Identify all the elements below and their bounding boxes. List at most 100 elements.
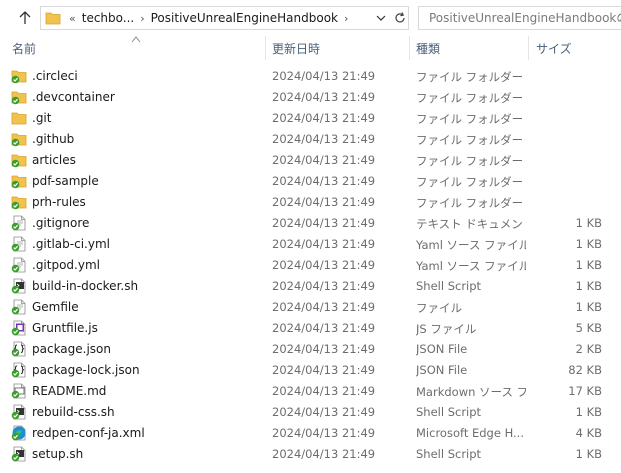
breadcrumb-item-techbo[interactable]: techbo... [82,11,134,25]
column-divider[interactable] [409,36,410,60]
list-item[interactable]: pdf-sample 2024/04/13 21:49 ファイル フォルダー [0,171,621,192]
folder-synced-icon [11,68,27,84]
file-type: Shell Script [416,279,482,293]
file-name: pdf-sample [32,174,99,188]
file-date: 2024/04/13 21:49 [272,405,376,419]
breadcrumb-overflow[interactable]: « [69,12,76,25]
file-date: 2024/04/13 21:49 [272,174,376,188]
file-size: 17 KB [568,384,602,398]
file-size: 1 KB [575,237,602,251]
chevron-right-icon[interactable]: › [344,12,348,25]
list-item[interactable]: .devcontainer 2024/04/13 21:49 ファイル フォルダー [0,87,621,108]
file-name: .gitignore [32,216,90,230]
refresh-icon [394,12,405,23]
list-item[interactable]: package-lock.json 2024/04/13 21:49 JSON Fi… [0,360,621,381]
file-name: articles [32,153,76,167]
file-type: ファイル フォルダー [416,196,524,210]
file-name: Gemfile [32,300,79,314]
column-header: 名前 更新日時 種類 サイズ [0,36,621,60]
list-item[interactable]: .git 2024/04/13 21:49 ファイル フォルダー [0,108,621,129]
file-name: package-lock.json [32,363,140,377]
search-input[interactable] [429,11,621,25]
address-bar[interactable]: « techbo... › PositiveUnrealEngineHandbo… [40,6,392,30]
refresh-button[interactable] [391,6,409,30]
list-item[interactable]: .gitlab-ci.yml 2024/04/13 21:49 Yaml ソース フ… [0,234,621,255]
file-name: .devcontainer [32,90,115,104]
file-size: 1 KB [575,216,602,230]
markdown-file-synced-icon [11,383,27,399]
column-divider[interactable] [528,36,529,60]
list-item[interactable]: .gitignore 2024/04/13 21:49 テキスト ドキュメント 1 K… [0,213,621,234]
file-type: JSON File [416,342,468,356]
list-item[interactable]: Gruntfile.js 2024/04/13 21:49 JS ファイル 5 KB [0,318,621,339]
file-name: .circleci [32,69,78,83]
json-file-synced-icon [11,362,27,378]
file-size: 5 KB [575,321,602,335]
file-date: 2024/04/13 21:49 [272,426,376,440]
file-size: 1 KB [575,447,602,461]
column-type[interactable]: 種類 [416,36,440,60]
list-item[interactable]: README.md 2024/04/13 21:49 Markdown ソース フ.… [0,381,621,402]
list-item[interactable]: prh-rules 2024/04/13 21:49 ファイル フォルダー [0,192,621,213]
file-type: JSON File [416,363,468,377]
file-size: 82 KB [568,363,602,377]
list-item[interactable]: redpen-conf-ja.xml 2024/04/13 21:49 Micros… [0,423,621,444]
file-name: package.json [32,342,112,356]
folder-synced-icon [11,194,27,210]
search-box[interactable] [418,6,621,30]
list-item[interactable]: setup.sh 2024/04/13 21:49 Shell Script 1 KB [0,444,621,465]
file-date: 2024/04/13 21:49 [272,384,376,398]
list-item[interactable]: package.json 2024/04/13 21:49 JSON File 2 K… [0,339,621,360]
shell-file-synced-icon [11,404,27,420]
sort-ascending-icon [131,36,141,43]
file-type: ファイル フォルダー [416,112,524,126]
file-date: 2024/04/13 21:49 [272,342,376,356]
folder-synced-icon [11,152,27,168]
file-type: ファイル フォルダー [416,70,524,84]
file-name: setup.sh [32,447,84,461]
list-item[interactable]: build-in-docker.sh 2024/04/13 21:49 Shell … [0,276,621,297]
list-item[interactable]: .gitpod.yml 2024/04/13 21:49 Yaml ソース ファイル… [0,255,621,276]
file-name: .gitpod.yml [32,258,100,272]
json-file-synced-icon [11,341,27,357]
file-date: 2024/04/13 21:49 [272,258,376,272]
shell-file-synced-icon [11,446,27,462]
chevron-right-icon[interactable]: › [140,12,144,25]
column-name[interactable]: 名前 [12,36,36,60]
list-item[interactable]: .circleci 2024/04/13 21:49 ファイル フォルダー [0,66,621,87]
file-date: 2024/04/13 21:49 [272,153,376,167]
file-type: Shell Script [416,447,482,461]
chevron-down-icon[interactable] [373,10,389,26]
column-size[interactable]: サイズ [536,36,572,60]
file-type: Yaml ソース ファイル [416,259,526,273]
list-item[interactable]: .github 2024/04/13 21:49 ファイル フォルダー [0,129,621,150]
file-date: 2024/04/13 21:49 [272,279,376,293]
file-size: 1 KB [575,258,602,272]
file-type: Shell Script [416,405,482,419]
file-date: 2024/04/13 21:49 [272,69,376,83]
file-name: prh-rules [32,195,86,209]
file-type: テキスト ドキュメント [416,217,526,231]
file-name: rebuild-css.sh [32,405,115,419]
column-date[interactable]: 更新日時 [272,36,320,60]
file-date: 2024/04/13 21:49 [272,195,376,209]
file-name: .gitlab-ci.yml [32,237,110,251]
file-size: 4 KB [575,426,602,440]
yaml-file-synced-icon [11,236,27,252]
folder-icon [45,9,63,27]
file-name: .git [32,111,52,125]
folder-synced-icon [11,89,27,105]
list-item[interactable]: rebuild-css.sh 2024/04/13 21:49 Shell Scri… [0,402,621,423]
file-type: Markdown ソース フ... [416,385,526,399]
breadcrumb-item-current[interactable]: PositiveUnrealEngineHandbook [151,11,338,25]
yaml-file-synced-icon [11,257,27,273]
file-type: ファイル [416,301,462,315]
list-item[interactable]: Gemfile 2024/04/13 21:49 ファイル 1 KB [0,297,621,318]
column-divider[interactable] [265,36,266,60]
up-arrow-icon[interactable] [13,7,37,29]
file-date: 2024/04/13 21:49 [272,300,376,314]
list-item[interactable]: articles 2024/04/13 21:49 ファイル フォルダー [0,150,621,171]
js-file-synced-icon [11,320,27,336]
file-date: 2024/04/13 21:49 [272,132,376,146]
file-size: 1 KB [575,405,602,419]
